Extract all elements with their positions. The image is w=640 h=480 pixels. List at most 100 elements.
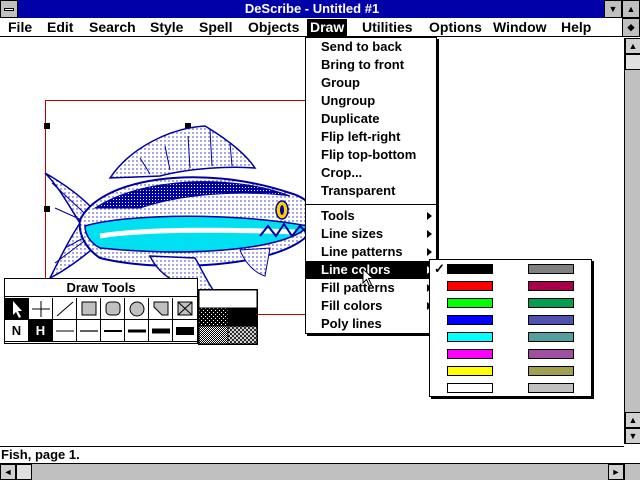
tool-frame[interactable] bbox=[173, 298, 197, 320]
hscroll-thumb[interactable] bbox=[16, 464, 32, 480]
line-color-swatch[interactable] bbox=[528, 315, 574, 325]
minimize-icon: ▼ bbox=[608, 4, 618, 14]
line-color-swatch[interactable] bbox=[528, 264, 574, 274]
menu-help[interactable]: Help bbox=[558, 19, 594, 36]
menuitem-flip-top-bottom[interactable]: Flip top-bottom bbox=[306, 146, 436, 164]
restore-icon: ◆ bbox=[627, 22, 635, 32]
tool-line[interactable] bbox=[53, 298, 77, 320]
menuitem-line-patterns[interactable]: Line patterns bbox=[306, 243, 436, 261]
page-down-icon: ▼ bbox=[628, 431, 638, 441]
scroll-right-button[interactable]: ► bbox=[608, 464, 624, 480]
menuitem-flip-left-right[interactable]: Flip left-right bbox=[306, 128, 436, 146]
scroll-up-button[interactable]: ▲ bbox=[625, 38, 640, 54]
line-size-3[interactable] bbox=[101, 320, 125, 342]
menu-objects[interactable]: Objects bbox=[245, 19, 302, 36]
mouse-cursor-icon bbox=[362, 268, 375, 287]
scroll-corner bbox=[624, 463, 640, 480]
line-color-swatch[interactable] bbox=[528, 366, 574, 376]
menuitem-label: Fill colors bbox=[321, 298, 383, 313]
menu-edit[interactable]: Edit bbox=[44, 19, 76, 36]
tool-polygon[interactable] bbox=[149, 298, 173, 320]
pattern-swatches[interactable] bbox=[198, 289, 258, 345]
line-color-swatch[interactable] bbox=[447, 315, 493, 325]
menuitem-fill-colors[interactable]: Fill colors bbox=[306, 297, 436, 315]
menu-window[interactable]: Window bbox=[490, 19, 550, 36]
line-size-2[interactable] bbox=[77, 320, 101, 342]
doc-restore-button[interactable]: ◆ bbox=[622, 18, 640, 37]
draw-menu: Send to back Bring to front Group Ungrou… bbox=[305, 37, 437, 334]
line-color-swatch[interactable] bbox=[528, 281, 574, 291]
menuitem-group[interactable]: Group bbox=[306, 74, 436, 92]
submenu-arrow-icon bbox=[427, 230, 432, 238]
menuitem-crop[interactable]: Crop... bbox=[306, 164, 436, 182]
arrow-up-icon: ▲ bbox=[628, 41, 638, 51]
menu-utilities[interactable]: Utilities bbox=[359, 19, 416, 36]
system-menu-button[interactable] bbox=[0, 0, 18, 18]
line-colors-submenu: ✓ bbox=[429, 259, 592, 397]
line-size-1[interactable] bbox=[53, 320, 77, 342]
vertical-scrollbar[interactable]: ▲ ▲ ▼ bbox=[624, 38, 640, 444]
minimize-button[interactable]: ▼ bbox=[604, 0, 622, 18]
menuitem-transparent[interactable]: Transparent bbox=[306, 182, 436, 200]
arrow-left-icon: ◄ bbox=[3, 467, 13, 477]
line-color-swatch[interactable] bbox=[528, 383, 574, 393]
rounded-rect-icon bbox=[105, 301, 121, 316]
line-color-swatch[interactable] bbox=[447, 281, 493, 291]
polygon-icon bbox=[153, 301, 169, 316]
menuitem-poly-lines[interactable]: Poly lines bbox=[306, 315, 436, 333]
line-color-swatch[interactable] bbox=[447, 298, 493, 308]
line-icon bbox=[56, 301, 74, 317]
menuitem-line-sizes[interactable]: Line sizes bbox=[306, 225, 436, 243]
page-up-button[interactable]: ▲ bbox=[625, 412, 640, 428]
tool-n-label: N bbox=[11, 323, 22, 338]
line-size-5[interactable] bbox=[149, 320, 173, 342]
line-color-swatch[interactable] bbox=[447, 332, 493, 342]
menu-draw[interactable]: Draw bbox=[307, 19, 348, 36]
menu-search[interactable]: Search bbox=[86, 19, 139, 36]
tool-ellipse[interactable] bbox=[125, 298, 149, 320]
scroll-left-button[interactable]: ◄ bbox=[0, 464, 16, 480]
frame-icon bbox=[177, 301, 193, 316]
menuitem-tools[interactable]: Tools bbox=[306, 207, 436, 225]
tool-normal[interactable]: N bbox=[5, 320, 29, 342]
line-thick-icon bbox=[128, 329, 146, 333]
line-size-4[interactable] bbox=[125, 320, 149, 342]
line-thin-icon bbox=[56, 330, 74, 332]
check-icon: ✓ bbox=[434, 261, 445, 276]
scroll-thumb[interactable] bbox=[625, 54, 640, 70]
menuitem-bring-to-front[interactable]: Bring to front bbox=[306, 56, 436, 74]
horizontal-scrollbar[interactable]: ◄ ► bbox=[0, 463, 624, 480]
tool-crosshair[interactable] bbox=[29, 298, 53, 320]
line-color-swatch[interactable] bbox=[447, 383, 493, 393]
submenu-arrow-icon bbox=[427, 212, 432, 220]
title-bar: DeScribe - Untitled #1 ▼ ▲ bbox=[0, 0, 640, 18]
page-down-button[interactable]: ▼ bbox=[625, 428, 640, 444]
status-text: Fish, page 1. bbox=[1, 447, 80, 462]
page-up-icon: ▲ bbox=[628, 415, 638, 425]
line-color-swatch[interactable] bbox=[447, 366, 493, 376]
maximize-button[interactable]: ▲ bbox=[622, 0, 640, 18]
pointer-icon bbox=[13, 301, 22, 318]
menuitem-send-to-back[interactable]: Send to back bbox=[306, 38, 436, 56]
line-thicker-icon bbox=[152, 328, 170, 334]
line-color-swatch[interactable] bbox=[528, 349, 574, 359]
tool-pointer[interactable] bbox=[5, 298, 29, 320]
line-size-6[interactable] bbox=[173, 320, 197, 342]
rectangle-icon bbox=[81, 301, 97, 316]
menu-spell[interactable]: Spell bbox=[196, 19, 235, 36]
menu-separator bbox=[306, 204, 436, 205]
tool-rounded-rect[interactable] bbox=[101, 298, 125, 320]
line-color-swatch[interactable] bbox=[528, 332, 574, 342]
menuitem-ungroup[interactable]: Ungroup bbox=[306, 92, 436, 110]
tool-hairline[interactable]: H bbox=[29, 320, 53, 342]
maximize-icon: ▲ bbox=[626, 4, 636, 14]
menu-style[interactable]: Style bbox=[147, 19, 186, 36]
line-color-swatch[interactable] bbox=[528, 298, 574, 308]
menuitem-duplicate[interactable]: Duplicate bbox=[306, 110, 436, 128]
tool-rectangle[interactable] bbox=[77, 298, 101, 320]
line-color-swatch[interactable] bbox=[447, 349, 493, 359]
submenu-arrow-icon bbox=[427, 248, 432, 256]
line-color-swatch[interactable] bbox=[447, 264, 493, 274]
menu-options[interactable]: Options bbox=[426, 19, 485, 36]
menu-file[interactable]: File bbox=[5, 19, 35, 36]
